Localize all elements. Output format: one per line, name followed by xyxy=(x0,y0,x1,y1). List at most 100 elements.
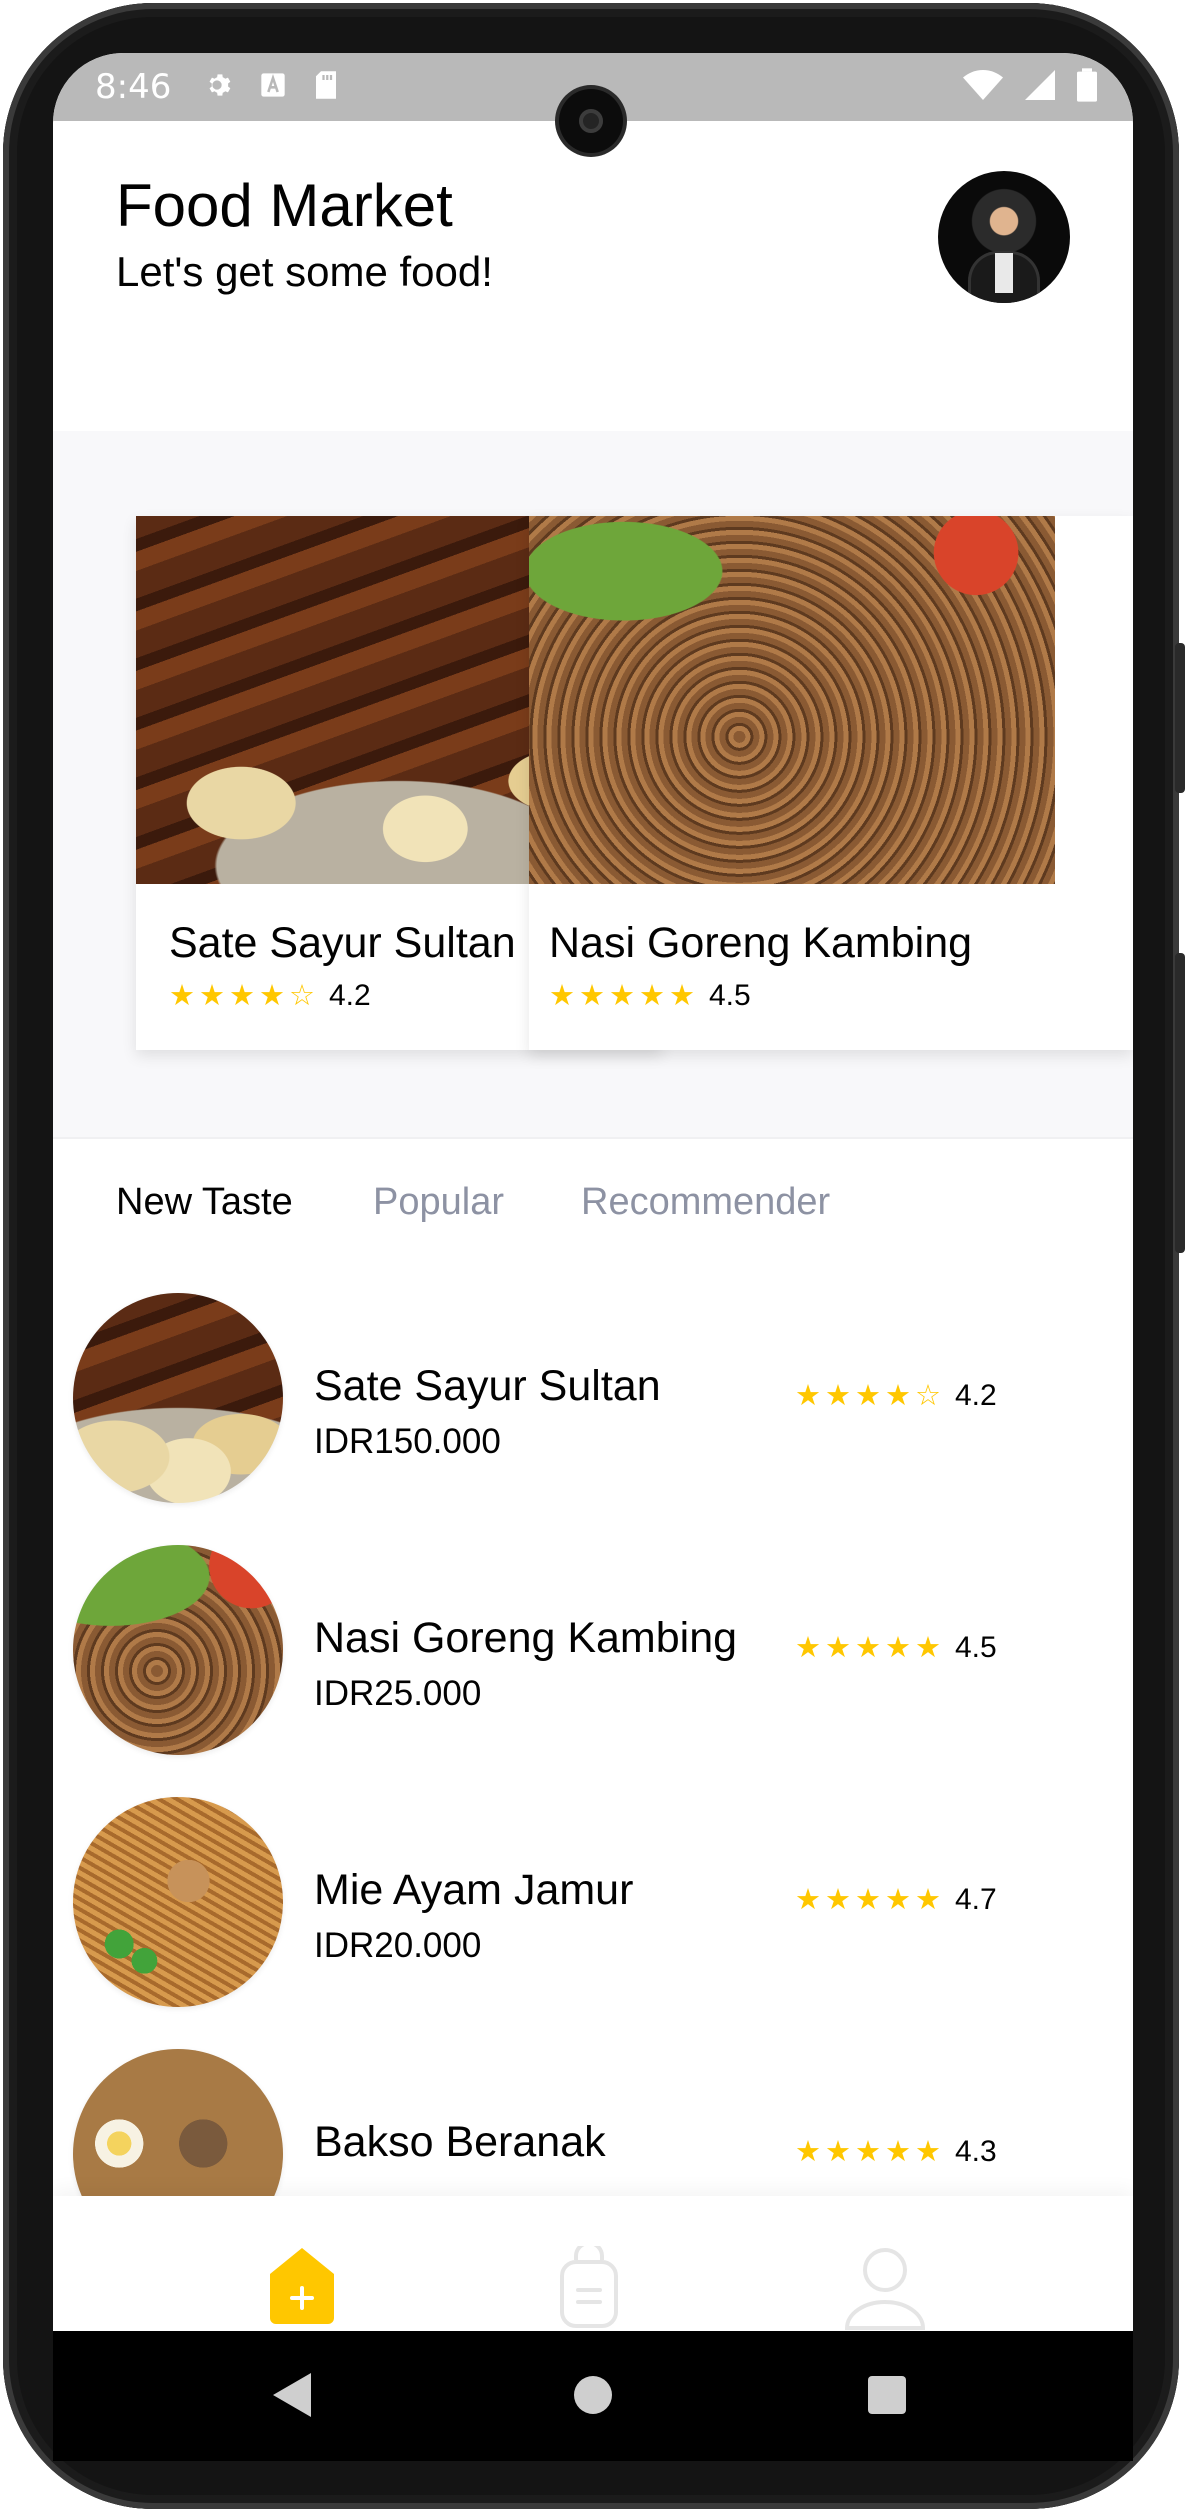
star-rating: ★ ★ ★ ★ ☆ xyxy=(169,979,315,1012)
gear-icon xyxy=(201,69,233,106)
food-price: IDR20.000 xyxy=(314,1926,482,1965)
star-icon: ★ xyxy=(855,1379,881,1412)
page-title: Food Market xyxy=(116,172,453,239)
system-navigation-bar xyxy=(53,2331,1133,2461)
a-letter-icon xyxy=(259,71,287,104)
nav-profile[interactable] xyxy=(843,2246,927,2331)
nav-home[interactable] xyxy=(264,2246,340,2331)
food-rating: ★ ★ ★ ★ ★ 4.7 xyxy=(795,1883,997,1917)
star-rating: ★ ★ ★ ★ ★ xyxy=(795,1631,941,1664)
star-icon: ★ xyxy=(885,1631,911,1664)
battery-icon xyxy=(1077,67,1097,107)
list-item[interactable]: Nasi Goreng Kambing IDR25.000 ★ ★ ★ ★ ★ … xyxy=(53,1509,1133,1755)
food-rating: ★ ★ ★ ★ ☆ 4.2 xyxy=(795,1379,997,1413)
star-outline-icon: ☆ xyxy=(915,1379,941,1412)
avatar-collar-shape xyxy=(995,253,1013,293)
category-tabs: New Taste Popular Recommender xyxy=(53,1137,1133,1266)
star-icon: ★ xyxy=(639,979,665,1012)
star-rating: ★ ★ ★ ★ ☆ xyxy=(795,1379,941,1412)
star-rating: ★ ★ ★ ★ ★ xyxy=(795,1883,941,1916)
star-icon: ★ xyxy=(609,979,635,1012)
tab-recommender[interactable]: Recommender xyxy=(581,1181,830,1224)
bottom-navigation xyxy=(53,2196,1133,2331)
order-bag-icon xyxy=(558,2241,620,2331)
food-photo xyxy=(529,516,1055,884)
food-rating: ★ ★ ★ ★ ★ 4.3 xyxy=(795,2135,997,2169)
page-subtitle: Let's get some food! xyxy=(116,248,493,295)
star-icon: ★ xyxy=(825,1379,851,1412)
food-thumbnail xyxy=(73,1293,283,1503)
star-icon: ★ xyxy=(855,2135,881,2168)
app-screen: 8:46 Food Market Let's get some food! Sa… xyxy=(53,53,1133,2331)
star-icon: ★ xyxy=(855,1631,881,1664)
rating-value: 4.5 xyxy=(955,1631,997,1664)
food-name: Nasi Goreng Kambing xyxy=(314,1614,738,1662)
rating-value: 4.3 xyxy=(955,2135,997,2168)
star-icon: ★ xyxy=(795,2135,821,2168)
star-icon: ★ xyxy=(229,979,255,1012)
food-rating: ★ ★ ★ ★ ★ 4.5 xyxy=(795,1631,997,1665)
phone-frame: 8:46 Food Market Let's get some food! Sa… xyxy=(3,3,1185,2509)
food-price: IDR150.000 xyxy=(314,1422,501,1461)
food-thumbnail xyxy=(73,2049,283,2196)
star-icon: ★ xyxy=(915,2135,941,2168)
list-item[interactable]: Bakso Beranak ★ ★ ★ ★ ★ 4.3 xyxy=(53,2013,1133,2196)
food-card-name: Nasi Goreng Kambing xyxy=(549,919,973,967)
star-rating: ★ ★ ★ ★ ★ xyxy=(795,2135,941,2168)
star-rating: ★ ★ ★ ★ ★ xyxy=(549,979,695,1012)
star-icon: ★ xyxy=(795,1379,821,1412)
star-icon: ★ xyxy=(825,1631,851,1664)
home-icon xyxy=(264,2248,340,2330)
star-icon: ★ xyxy=(885,1883,911,1916)
food-card-rating: ★ ★ ★ ★ ★ 4.5 xyxy=(549,979,751,1013)
food-thumbnail xyxy=(73,1797,283,2007)
sd-card-icon xyxy=(313,70,339,105)
volume-button xyxy=(1175,643,1185,793)
star-icon: ★ xyxy=(579,979,605,1012)
star-icon: ★ xyxy=(169,979,195,1012)
star-icon: ★ xyxy=(199,979,225,1012)
back-icon[interactable] xyxy=(271,2371,313,2424)
star-icon: ★ xyxy=(885,1379,911,1412)
food-thumbnail xyxy=(73,1545,283,1755)
wifi-icon xyxy=(963,69,1003,105)
tab-popular[interactable]: Popular xyxy=(373,1181,504,1224)
star-icon: ★ xyxy=(885,2135,911,2168)
list-item[interactable]: Sate Sayur Sultan IDR150.000 ★ ★ ★ ★ ☆ 4… xyxy=(53,1257,1133,1503)
rating-value: 4.2 xyxy=(329,979,371,1012)
star-icon: ★ xyxy=(795,1883,821,1916)
recents-icon[interactable] xyxy=(867,2375,907,2420)
star-outline-icon: ☆ xyxy=(289,979,315,1012)
star-icon: ★ xyxy=(259,979,285,1012)
star-icon: ★ xyxy=(669,979,695,1012)
home-circle-icon[interactable] xyxy=(573,2375,613,2420)
profile-icon xyxy=(843,2248,927,2331)
food-card-name: Sate Sayur Sultan xyxy=(169,919,516,967)
power-button xyxy=(1175,953,1185,1253)
star-icon: ★ xyxy=(915,1883,941,1916)
rating-value: 4.7 xyxy=(955,1883,997,1916)
food-card[interactable]: Nasi Goreng Kambing ★ ★ ★ ★ ★ 4.5 xyxy=(529,516,1133,1050)
food-price: IDR25.000 xyxy=(314,1674,482,1713)
star-icon: ★ xyxy=(855,1883,881,1916)
star-icon: ★ xyxy=(825,2135,851,2168)
food-list[interactable]: Sate Sayur Sultan IDR150.000 ★ ★ ★ ★ ☆ 4… xyxy=(53,1257,1133,2196)
star-icon: ★ xyxy=(915,1631,941,1664)
nav-orders[interactable] xyxy=(558,2241,620,2331)
food-name: Sate Sayur Sultan xyxy=(314,1362,661,1410)
star-icon: ★ xyxy=(825,1883,851,1916)
food-card-rating: ★ ★ ★ ★ ☆ 4.2 xyxy=(169,979,371,1013)
status-time: 8:46 xyxy=(95,67,172,107)
avatar[interactable] xyxy=(938,171,1070,303)
rating-value: 4.5 xyxy=(709,979,751,1012)
food-name: Bakso Beranak xyxy=(314,2118,606,2166)
cell-signal-icon xyxy=(1025,69,1055,105)
tab-new-taste[interactable]: New Taste xyxy=(116,1181,293,1224)
front-camera xyxy=(559,89,623,153)
featured-carousel[interactable]: Sate Sayur Sultan ★ ★ ★ ★ ☆ 4.2 Nasi Gor… xyxy=(53,431,1133,1137)
star-icon: ★ xyxy=(549,979,575,1012)
star-icon: ★ xyxy=(795,1631,821,1664)
food-name: Mie Ayam Jamur xyxy=(314,1866,634,1914)
rating-value: 4.2 xyxy=(955,1379,997,1412)
list-item[interactable]: Mie Ayam Jamur IDR20.000 ★ ★ ★ ★ ★ 4.7 xyxy=(53,1761,1133,2007)
